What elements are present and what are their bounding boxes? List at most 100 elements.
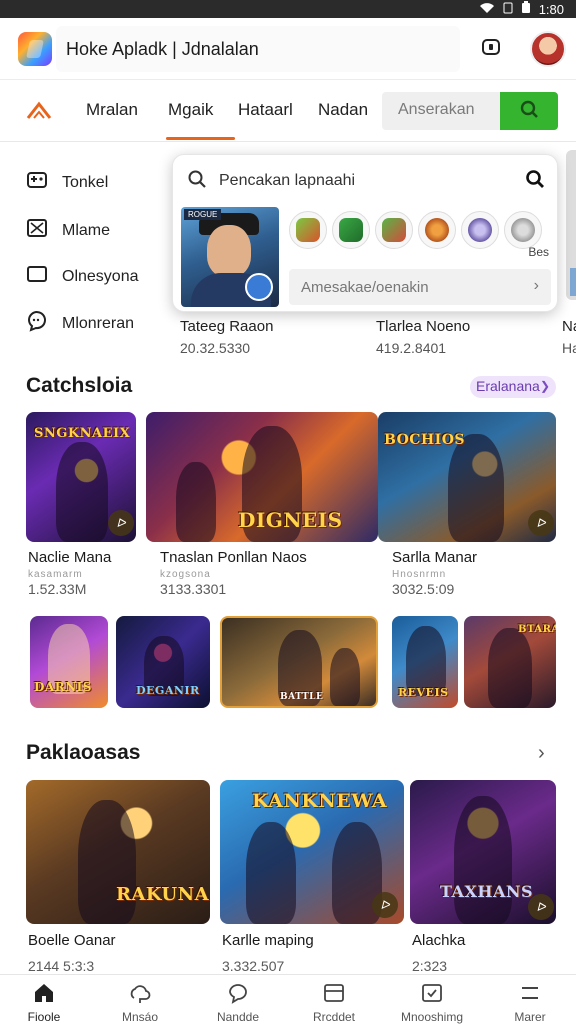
category-search-input[interactable]: Anserakan <box>382 92 500 130</box>
category-search-button[interactable] <box>500 92 558 130</box>
sidebar-item-olnesyona[interactable]: Olnesyona <box>26 264 139 289</box>
dropdown-suggestion[interactable]: Amesakae/oenakin › <box>289 269 551 305</box>
tab-mgaik[interactable]: Mgaik <box>165 100 236 140</box>
nav-label: Rrcddet <box>312 1010 356 1024</box>
wifi-icon <box>479 2 495 17</box>
card-title[interactable]: Tateeg Raaon <box>180 318 273 335</box>
card-title[interactable]: Alachka <box>412 932 465 949</box>
card-subtitle: 3032.5:09 <box>392 581 455 597</box>
dropdown-featured-game[interactable]: ROGUE <box>181 207 279 307</box>
game-thumbnail[interactable]: DEGANIR <box>116 616 210 708</box>
card-title[interactable]: Boelle Oanar <box>28 932 116 949</box>
game-card-large[interactable]: BOCHIOS ᐅ <box>378 412 556 542</box>
nav-item-4[interactable]: Rrcddet <box>286 981 382 1024</box>
suggestion-label: Amesakae/oenakin <box>301 279 429 296</box>
section-title: Catchsloia <box>26 374 133 397</box>
card-subtitle: Ha <box>562 340 576 356</box>
status-bar: 1:80 <box>0 0 576 18</box>
game-card-medium[interactable]: KANKNEWA ᐅ <box>220 780 404 924</box>
game-thumbnail[interactable]: BATTLE <box>220 616 378 708</box>
game-icon-6[interactable] <box>504 211 542 249</box>
card-title[interactable]: Tnaslan Ponllan Naos <box>160 549 307 566</box>
card-subtitle: 1.52.33M <box>28 581 87 597</box>
box-icon <box>26 218 48 243</box>
nav-label: Mnsáo <box>121 1010 159 1024</box>
hero-badge-icon <box>245 273 273 301</box>
chevron-right-icon: › <box>533 277 539 294</box>
game-logo-text: DEGANIR <box>136 684 200 697</box>
game-card-large[interactable]: SNGKNAEIX ᐅ <box>26 412 136 542</box>
play-badge-icon: ᐅ <box>108 510 134 536</box>
card-subtitle: 20.32.5330 <box>180 340 251 356</box>
nav-label: Mnooshimg <box>400 1010 464 1024</box>
card-title[interactable]: Sarlla Manar <box>392 549 477 566</box>
card-subtitle: 2144 5:3:3 <box>28 958 95 974</box>
game-thumbnail[interactable]: REVEIS <box>392 616 458 708</box>
nav-item-2[interactable]: Mnsáo <box>92 981 188 1024</box>
category-search[interactable]: Anserakan <box>382 92 558 130</box>
dropdown-icon-row <box>289 211 542 249</box>
category-bar: Mralan Mgaik Hataarl Nadan Anserakan <box>0 80 576 142</box>
tab-hataarl[interactable]: Hataarl <box>238 100 293 120</box>
nav-label: Fioole <box>27 1010 61 1024</box>
hero-art-face <box>207 225 251 277</box>
offscreen-card-art <box>570 268 576 296</box>
sidebar-item-tonkel[interactable]: Tonkel <box>26 170 108 195</box>
game-icon-2[interactable] <box>332 211 370 249</box>
play-badge-icon: ᐅ <box>528 894 554 920</box>
sim-icon <box>503 2 513 17</box>
header-title-bar[interactable]: Hoke Apladk | Jdnalalan <box>56 26 460 72</box>
sidebar-item-label: Tonkel <box>62 173 109 191</box>
card-title[interactable]: Tlarlea Noeno <box>376 318 470 335</box>
game-card-medium[interactable]: RAKUNA <box>26 780 210 924</box>
game-icon-1[interactable] <box>289 211 327 249</box>
sidebar-item-label: Mlame <box>62 221 111 239</box>
game-thumbnail[interactable]: DARNIS <box>30 616 108 708</box>
chevron-right-icon[interactable]: › <box>538 742 545 765</box>
tab-mralan[interactable]: Mralan <box>86 100 138 120</box>
game-icon-3[interactable] <box>375 211 413 249</box>
home-icon <box>0 981 92 1005</box>
status-time: 1:80 <box>538 1 564 17</box>
game-icon-4[interactable] <box>418 211 456 249</box>
play-badge-icon: ᐅ <box>372 892 398 918</box>
search-icon <box>187 169 207 194</box>
bottom-nav: Fioole Mnsáo Nandde Rrcddet Mnooshimg Ma… <box>0 974 576 1024</box>
card-title[interactable]: Naclie Mana <box>28 549 111 566</box>
game-thumbnail[interactable]: BTARA <box>464 616 556 708</box>
battery-icon <box>521 1 531 17</box>
search-submit-icon[interactable] <box>525 169 545 194</box>
card-title[interactable]: Na <box>562 318 576 335</box>
search-icon <box>519 99 539 124</box>
game-card-medium[interactable]: TAXHANS ᐅ <box>410 780 556 924</box>
game-logo-text: BOCHIOS <box>384 432 466 448</box>
section-more-pill[interactable]: Eralanana <box>470 376 556 398</box>
card-subtitle: 3133.3301 <box>160 581 227 597</box>
gamepad-icon <box>26 170 48 195</box>
dropdown-search-field[interactable]: Pencakan lapnaahi <box>187 167 545 195</box>
game-icon-5[interactable] <box>461 211 499 249</box>
sidebar-item-mlonreran[interactable]: Mlonreran <box>26 310 134 337</box>
card-title[interactable]: Karlle maping <box>222 932 314 949</box>
tab-nadan[interactable]: Nadan <box>318 100 368 120</box>
chat-icon <box>26 310 48 337</box>
game-card-large[interactable]: DIGNEIS <box>146 412 378 542</box>
card-subtitle: 419.2.8401 <box>376 340 447 356</box>
cast-button[interactable] <box>474 32 508 66</box>
sidebar-item-mlame[interactable]: Mlame <box>26 218 110 243</box>
dropdown-more-label[interactable]: Bes <box>528 245 549 259</box>
nav-item-5[interactable]: Mnooshimg <box>384 981 480 1024</box>
nav-item-6[interactable]: Marer <box>482 981 576 1024</box>
nav-item-home[interactable]: Fioole <box>0 981 92 1024</box>
dropdown-query[interactable]: Pencakan lapnaahi <box>219 172 525 190</box>
app-title: Hoke Apladk | Jdnalalan <box>66 39 259 59</box>
play-badge-icon: ᐅ <box>528 510 554 536</box>
avatar[interactable] <box>530 31 566 67</box>
category-home-button[interactable] <box>24 96 54 126</box>
cast-icon <box>480 36 502 63</box>
game-logo-text: BATTLE <box>280 692 324 702</box>
card-meta: kzogsona <box>160 569 211 580</box>
card-meta: Hnosnrmn <box>392 569 447 580</box>
game-logo-text: SNGKNAEIX <box>34 426 131 441</box>
nav-item-3[interactable]: Nandde <box>190 981 286 1024</box>
